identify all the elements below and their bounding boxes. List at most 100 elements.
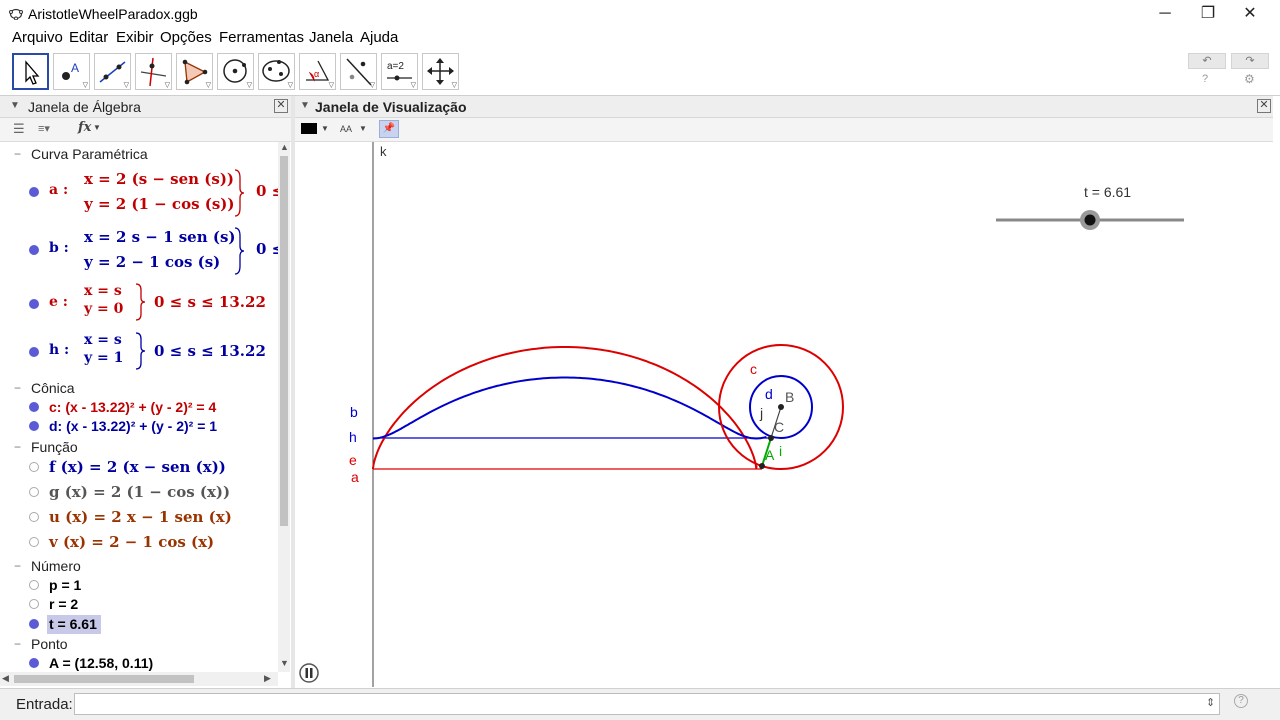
svg-text:a=2: a=2 [387, 61, 404, 72]
visibility-toggle-v[interactable] [29, 537, 39, 547]
input-history-icon[interactable]: ⇕ [1206, 696, 1215, 709]
visibility-toggle-r[interactable] [29, 599, 39, 609]
visibility-toggle-b[interactable] [29, 245, 39, 255]
color-swatch[interactable] [301, 123, 317, 134]
graphics-canvas[interactable]: k b h e a c d B j C A i t = 6.61 [295, 142, 1273, 687]
visibility-toggle-p[interactable] [29, 580, 39, 590]
slider-tool-button[interactable]: a=2 ▽ [381, 53, 418, 90]
curve-e-y: y = 0 [84, 301, 124, 317]
function-g[interactable]: g (x) = 2 (1 − cos (x)) [49, 483, 230, 501]
menu-exibir[interactable]: Exibir [116, 29, 154, 46]
perpendicular-tool-button[interactable]: ▽ [135, 53, 172, 90]
menu-ferramentas[interactable]: Ferramentas [219, 29, 304, 46]
scroll-left-icon[interactable]: ◀ [2, 673, 9, 684]
slider-t-knob-center [1084, 214, 1096, 226]
collapse-icon[interactable]: − [14, 440, 21, 454]
fx-icon[interactable]: fx [78, 120, 91, 135]
collapse-icon[interactable]: − [14, 559, 21, 573]
curve-h-name: h : [49, 342, 70, 358]
input-help-icon[interactable]: ? [1234, 694, 1248, 708]
curve-b-range: 0 ≤ [256, 240, 278, 258]
font-size-icon[interactable]: AA [340, 124, 352, 134]
scroll-down-icon[interactable]: ▼ [280, 658, 289, 668]
scroll-right-icon[interactable]: ▶ [264, 673, 271, 684]
collapse-icon[interactable]: − [14, 147, 21, 161]
fx-dropdown-icon[interactable]: ▼ [93, 123, 101, 132]
visibility-toggle-u[interactable] [29, 512, 39, 522]
circle-tool-button[interactable]: ▽ [217, 53, 254, 90]
angle-tool-button[interactable]: α ▽ [299, 53, 336, 90]
visibility-toggle-t[interactable] [29, 619, 39, 629]
number-r[interactable]: r = 2 [49, 596, 78, 612]
conic-d[interactable]: d: (x - 13.22)² + (y - 2)² = 1 [49, 418, 217, 434]
point-tool-button[interactable]: A ▽ [53, 53, 90, 90]
graphics-style-bar: ▼ AA ▼ 📌 [295, 118, 1273, 142]
visibility-toggle-A[interactable] [29, 658, 39, 668]
scroll-up-icon[interactable]: ▲ [280, 142, 289, 152]
visibility-toggle-g[interactable] [29, 487, 39, 497]
curve-b-name: b : [49, 240, 69, 256]
menu-janela[interactable]: Janela [309, 29, 353, 46]
visibility-toggle-a[interactable] [29, 187, 39, 197]
algebra-close-button[interactable]: ✕ [274, 99, 288, 113]
move-graphics-tool-button[interactable]: ▽ [422, 53, 459, 90]
brace-e [135, 283, 146, 321]
input-label: Entrada: [16, 696, 73, 713]
graphics-close-button[interactable]: ✕ [1257, 99, 1271, 113]
point-A[interactable]: A = (12.58, 0.11) [49, 655, 153, 671]
function-u[interactable]: u (x) = 2 x − 1 sen (x) [49, 508, 232, 526]
help-icon[interactable]: ? [1202, 73, 1208, 85]
conic-c[interactable]: c: (x - 13.22)² + (y - 2)² = 4 [49, 399, 216, 415]
graphics-view[interactable]: k b h e a c d B j C A i t = 6.61 [295, 142, 1273, 687]
collapse-icon[interactable]: − [14, 637, 21, 651]
scroll-thumb[interactable] [280, 156, 288, 526]
reflect-tool-button[interactable]: ▽ [340, 53, 377, 90]
line-tool-button[interactable]: ▽ [94, 53, 131, 90]
minimize-button[interactable]: ─ [1145, 2, 1185, 26]
menu-arquivo[interactable]: Arquivo [12, 29, 63, 46]
number-t[interactable]: t = 6.61 [49, 616, 97, 632]
font-size-dropdown-icon[interactable]: ▼ [359, 124, 367, 133]
visibility-toggle-d[interactable] [29, 421, 39, 431]
undo-button[interactable]: ↶ [1188, 53, 1226, 69]
curve-a-cycloid[interactable] [372, 346, 758, 470]
scroll-thumb[interactable] [14, 675, 194, 683]
function-v[interactable]: v (x) = 2 − 1 cos (x) [49, 533, 214, 551]
menu-editar[interactable]: Editar [69, 29, 108, 46]
conic-tool-button[interactable]: ▽ [258, 53, 295, 90]
collapse-arrow-icon[interactable]: ▼ [300, 100, 310, 111]
collapse-arrow-icon[interactable]: ▼ [10, 100, 20, 111]
menu-ajuda[interactable]: Ajuda [360, 29, 398, 46]
point-A-mark[interactable] [759, 463, 765, 469]
menu-opcoes[interactable]: Opções [160, 29, 212, 46]
move-tool-button[interactable] [12, 53, 49, 90]
visibility-toggle-e[interactable] [29, 299, 39, 309]
visibility-toggle-c[interactable] [29, 402, 39, 412]
pause-button[interactable] [299, 663, 319, 683]
collapse-icon[interactable]: − [14, 381, 21, 395]
maximize-button[interactable]: ❐ [1188, 2, 1228, 26]
algebra-vertical-scrollbar[interactable]: ▲ ▼ [278, 142, 290, 672]
pin-icon[interactable]: 📌 [379, 120, 399, 138]
close-window-button[interactable]: ✕ [1230, 2, 1270, 26]
curve-b-x: x = 2 s − 1 sen (s) [84, 228, 236, 246]
sort-icon[interactable]: ≡▾ [38, 122, 50, 135]
number-p[interactable]: p = 1 [49, 577, 81, 593]
graphics-panel-title: Janela de Visualização [315, 99, 467, 115]
point-B[interactable] [778, 404, 784, 410]
graphics-panel-header: ▼ Janela de Visualização ✕ [295, 96, 1273, 118]
toggle-aux-icon[interactable]: ☰ [13, 121, 25, 137]
algebra-horizontal-scrollbar[interactable]: ◀ ▶ [0, 672, 278, 686]
visibility-toggle-h[interactable] [29, 347, 39, 357]
polygon-tool-button[interactable]: ▽ [176, 53, 213, 90]
input-field[interactable] [74, 693, 1220, 715]
settings-icon[interactable]: ⚙ [1244, 72, 1255, 86]
point-C[interactable] [768, 435, 774, 441]
curve-h-y: y = 1 [84, 350, 124, 366]
brace-a [234, 169, 245, 217]
label-A: A [765, 447, 775, 463]
visibility-toggle-f[interactable] [29, 462, 39, 472]
redo-button[interactable]: ↷ [1231, 53, 1269, 69]
function-f[interactable]: f (x) = 2 (x − sen (x)) [49, 458, 226, 476]
color-dropdown-icon[interactable]: ▼ [321, 124, 329, 133]
